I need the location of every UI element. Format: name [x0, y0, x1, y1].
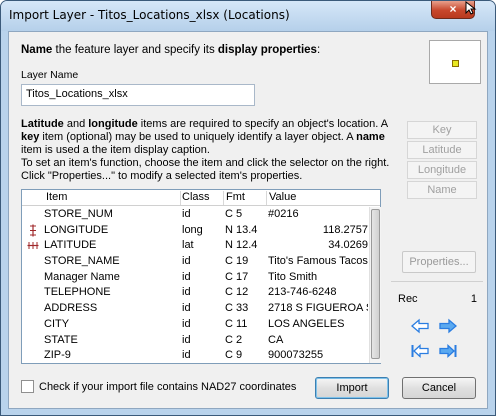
class-cell: id	[182, 255, 191, 268]
value-cell: 118.2757	[322, 223, 368, 236]
record-number[interactable]: 1	[439, 293, 477, 305]
value-cell: Tito's Famous Tacos	[268, 255, 368, 268]
record-label: Rec	[398, 293, 418, 305]
table-row[interactable]: STORE_NUM id C 5 #0216	[22, 207, 368, 223]
section-heading: Name the feature layer and specify its d…	[21, 44, 321, 56]
value-cell: LOS ANGELES	[268, 317, 345, 330]
class-cell: id	[182, 302, 191, 315]
symbol-preview[interactable]	[429, 40, 481, 84]
import-button[interactable]: Import	[315, 377, 389, 399]
table-row[interactable]: STATE id C 2 CA	[22, 333, 368, 349]
table-row[interactable]: ADDRESS id C 33 2718 S FIGUEROA ST	[22, 301, 368, 317]
class-cell: long	[182, 223, 203, 236]
item-cell: CITY	[44, 317, 70, 330]
layer-name-label: Layer Name	[21, 69, 79, 81]
value-cell: CA	[268, 333, 284, 346]
cancel-button[interactable]: Cancel	[402, 377, 476, 399]
fmt-cell: C 33	[225, 302, 249, 315]
value-cell: Tito Smith	[268, 270, 318, 283]
value-cell: 2718 S FIGUEROA ST	[268, 302, 368, 315]
nad27-checkbox-label[interactable]: Check if your import file contains NAD27…	[39, 381, 296, 393]
point-symbol-icon	[452, 60, 459, 67]
value-cell: 900073255	[268, 349, 324, 362]
instructions-text: Latitude and longitude items are require…	[21, 118, 390, 182]
class-cell: lat	[182, 239, 194, 252]
properties-button[interactable]: Properties...	[402, 251, 476, 273]
item-cell: TELEPHONE	[44, 286, 111, 299]
table-row[interactable]: Manager Name id C 17 Tito Smith	[22, 270, 368, 286]
fmt-cell: C 12	[225, 286, 249, 299]
scrollbar-thumb[interactable]	[371, 209, 380, 359]
first-record-arrow-icon[interactable]	[410, 343, 430, 359]
column-header-class[interactable]: Class	[182, 191, 210, 203]
class-cell: id	[182, 333, 191, 346]
fmt-cell: C 17	[225, 270, 249, 283]
value-cell: 34.0269	[328, 239, 368, 252]
key-selector-button[interactable]: Key	[407, 121, 477, 139]
close-icon: ×	[449, 2, 457, 16]
fmt-cell: N 12.4	[225, 239, 258, 252]
value-cell: #0216	[268, 208, 299, 220]
item-cell: ADDRESS	[44, 302, 98, 315]
mouse-cursor-icon	[465, 1, 477, 15]
dialog-body: Name the feature layer and specify its d…	[8, 31, 488, 409]
layer-name-input[interactable]: Titos_Locations_xlsx	[21, 84, 255, 106]
value-cell: 213-746-6248	[268, 286, 337, 299]
class-cell: id	[182, 349, 191, 362]
item-cell: STATE	[44, 333, 78, 346]
fmt-cell: C 2	[225, 333, 243, 346]
item-cell: ZIP-9	[44, 349, 71, 362]
window-title: Import Layer - Titos_Locations_xlsx (Loc…	[9, 8, 290, 22]
class-cell: id	[182, 208, 191, 220]
item-cell: LONGITUDE	[44, 223, 109, 236]
item-cell: STORE_NAME	[44, 255, 120, 268]
column-header-value[interactable]: Value	[269, 191, 296, 203]
item-cell: LATITUDE	[44, 239, 97, 252]
last-record-arrow-icon[interactable]	[438, 343, 458, 359]
previous-record-arrow-icon[interactable]	[410, 318, 430, 334]
import-layer-window: Import Layer - Titos_Locations_xlsx (Loc…	[0, 0, 496, 416]
grid-rows: STORE_NUM id C 5 #0216 LONGITUDE long N 13.4 11…	[22, 207, 368, 364]
nad27-checkbox[interactable]	[21, 380, 34, 393]
table-row[interactable]: ZIP-9 id C 9 900073255	[22, 348, 368, 364]
item-cell: Manager Name	[44, 270, 120, 283]
fmt-cell: N 13.4	[225, 223, 258, 236]
vertical-scrollbar[interactable]	[369, 207, 381, 363]
fmt-cell: C 19	[225, 255, 249, 268]
divider	[391, 281, 483, 282]
class-cell: id	[182, 286, 191, 299]
fmt-cell: C 9	[225, 349, 243, 362]
item-list-grid[interactable]: Item Class Fmt Value STORE_NUM id C 5 #0216…	[21, 189, 381, 364]
next-record-arrow-icon[interactable]	[438, 318, 458, 334]
title-bar[interactable]: Import Layer - Titos_Locations_xlsx (Loc…	[1, 1, 495, 31]
fmt-cell: C 11	[225, 317, 248, 330]
table-row[interactable]: LONGITUDE long N 13.4 118.2757	[22, 223, 368, 239]
column-header-item[interactable]: Item	[46, 191, 67, 203]
name-selector-button[interactable]: Name	[407, 181, 477, 199]
latitude-marker-icon	[27, 239, 39, 252]
item-cell: STORE_NUM	[44, 208, 113, 220]
latitude-selector-button[interactable]: Latitude	[407, 141, 477, 159]
column-header-fmt[interactable]: Fmt	[226, 191, 245, 203]
class-cell: id	[182, 317, 191, 330]
table-row[interactable]: LATITUDE lat N 12.4 34.0269	[22, 238, 368, 254]
longitude-marker-icon	[27, 224, 39, 237]
class-cell: id	[182, 270, 191, 283]
grid-header: Item Class Fmt Value	[22, 190, 380, 206]
longitude-selector-button[interactable]: Longitude	[407, 161, 477, 179]
table-row[interactable]: TELEPHONE id C 12 213-746-6248	[22, 285, 368, 301]
table-row[interactable]: STORE_NAME id C 19 Tito's Famous Tacos	[22, 254, 368, 270]
table-row[interactable]: CITY id C 11 LOS ANGELES	[22, 317, 368, 333]
fmt-cell: C 5	[225, 208, 243, 220]
